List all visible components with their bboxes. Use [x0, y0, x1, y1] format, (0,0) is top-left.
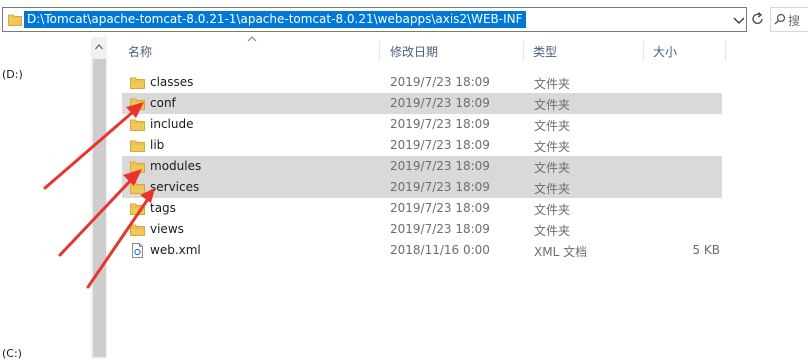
column-divider[interactable]	[523, 41, 524, 61]
file-row[interactable]: lib 2019/7/23 18:09 文件夹	[122, 135, 722, 156]
file-row[interactable]: services 2019/7/23 18:09 文件夹	[122, 177, 722, 198]
file-modified-date: 2019/7/23 18:09	[390, 222, 490, 236]
folder-icon	[130, 140, 145, 152]
file-modified-date: 2019/7/23 18:09	[390, 180, 490, 194]
folder-icon	[130, 224, 145, 236]
column-header-name[interactable]: 名称	[128, 43, 152, 60]
folder-icon	[130, 119, 145, 131]
file-name: lib	[150, 138, 165, 152]
chevron-down-icon[interactable]	[731, 12, 747, 28]
file-modified-date: 2019/7/23 18:09	[390, 201, 490, 215]
folder-icon	[130, 77, 145, 89]
file-type: 文件夹	[534, 140, 571, 154]
file-type: 文件夹	[534, 203, 571, 217]
column-divider[interactable]	[379, 41, 380, 61]
file-type: 文件夹	[534, 98, 571, 112]
folder-icon	[130, 98, 145, 110]
folder-icon	[8, 14, 22, 26]
file-modified-date: 2019/7/23 18:09	[390, 138, 490, 152]
file-name: tags	[150, 201, 176, 215]
file-modified-date: 2019/7/23 18:09	[390, 96, 490, 110]
file-row[interactable]: include 2019/7/23 18:09 文件夹	[122, 114, 722, 135]
address-bar: D:\Tomcat\apache-tomcat-8.0.21-1\apache-…	[0, 0, 808, 37]
file-modified-date: 2019/7/23 18:09	[390, 159, 490, 173]
file-name: conf	[150, 96, 176, 110]
nav-scrollbar[interactable]	[91, 37, 107, 359]
file-row[interactable]: modules 2019/7/23 18:09 文件夹	[122, 156, 722, 177]
xml-file-icon	[132, 243, 143, 258]
search-input[interactable]: 搜	[770, 7, 808, 32]
scrollbar-thumb[interactable]	[93, 59, 106, 357]
nav-item-drive-c[interactable]: (C:)	[2, 347, 22, 360]
file-modified-date: 2019/7/23 18:09	[390, 117, 490, 131]
file-type: 文件夹	[534, 119, 571, 133]
file-name: views	[150, 222, 184, 236]
file-type: 文件夹	[534, 182, 571, 196]
refresh-icon[interactable]	[750, 9, 766, 29]
file-row[interactable]: web.xml 2018/11/16 0:00 XML 文档 5 KB	[122, 240, 722, 261]
file-row[interactable]: classes 2019/7/23 18:09 文件夹	[122, 72, 722, 93]
folder-icon	[130, 203, 145, 215]
address-path-text[interactable]: D:\Tomcat\apache-tomcat-8.0.21-1\apache-…	[24, 11, 526, 28]
file-name: classes	[150, 75, 194, 89]
folder-icon	[130, 161, 145, 173]
file-type: 文件夹	[534, 161, 571, 175]
file-modified-date: 2019/7/23 18:09	[390, 75, 490, 89]
file-name: modules	[150, 159, 202, 173]
column-header-size[interactable]: 大小	[653, 43, 677, 60]
column-header-type[interactable]: 类型	[533, 43, 557, 60]
file-type: XML 文档	[534, 245, 588, 259]
file-name: include	[150, 117, 194, 131]
file-name: web.xml	[150, 243, 201, 257]
nav-item-drive-d[interactable]: (D:)	[2, 68, 23, 81]
column-header-modified[interactable]: 修改日期	[390, 43, 438, 60]
file-name: services	[150, 180, 200, 194]
file-type: 文件夹	[534, 77, 571, 91]
chevron-up-icon[interactable]	[95, 43, 103, 51]
file-list: 名称 修改日期 类型 大小 classes 2019/7/23 18:09 文件夹 c…	[107, 36, 808, 359]
file-row[interactable]: views 2019/7/23 18:09 文件夹	[122, 219, 722, 240]
search-icon	[774, 13, 786, 25]
navigation-pane: (D:) (C:)	[0, 37, 92, 360]
folder-icon	[130, 182, 145, 194]
column-divider[interactable]	[643, 41, 644, 61]
file-type: 文件夹	[534, 224, 571, 238]
sort-ascending-icon	[247, 36, 257, 42]
file-row[interactable]: tags 2019/7/23 18:09 文件夹	[122, 198, 722, 219]
search-placeholder: 搜	[788, 14, 801, 28]
file-modified-date: 2018/11/16 0:00	[390, 243, 490, 257]
address-input[interactable]: D:\Tomcat\apache-tomcat-8.0.21-1\apache-…	[2, 7, 747, 32]
file-row[interactable]: conf 2019/7/23 18:09 文件夹	[122, 93, 722, 114]
file-size: 5 KB	[692, 243, 720, 257]
column-divider[interactable]	[725, 41, 726, 61]
